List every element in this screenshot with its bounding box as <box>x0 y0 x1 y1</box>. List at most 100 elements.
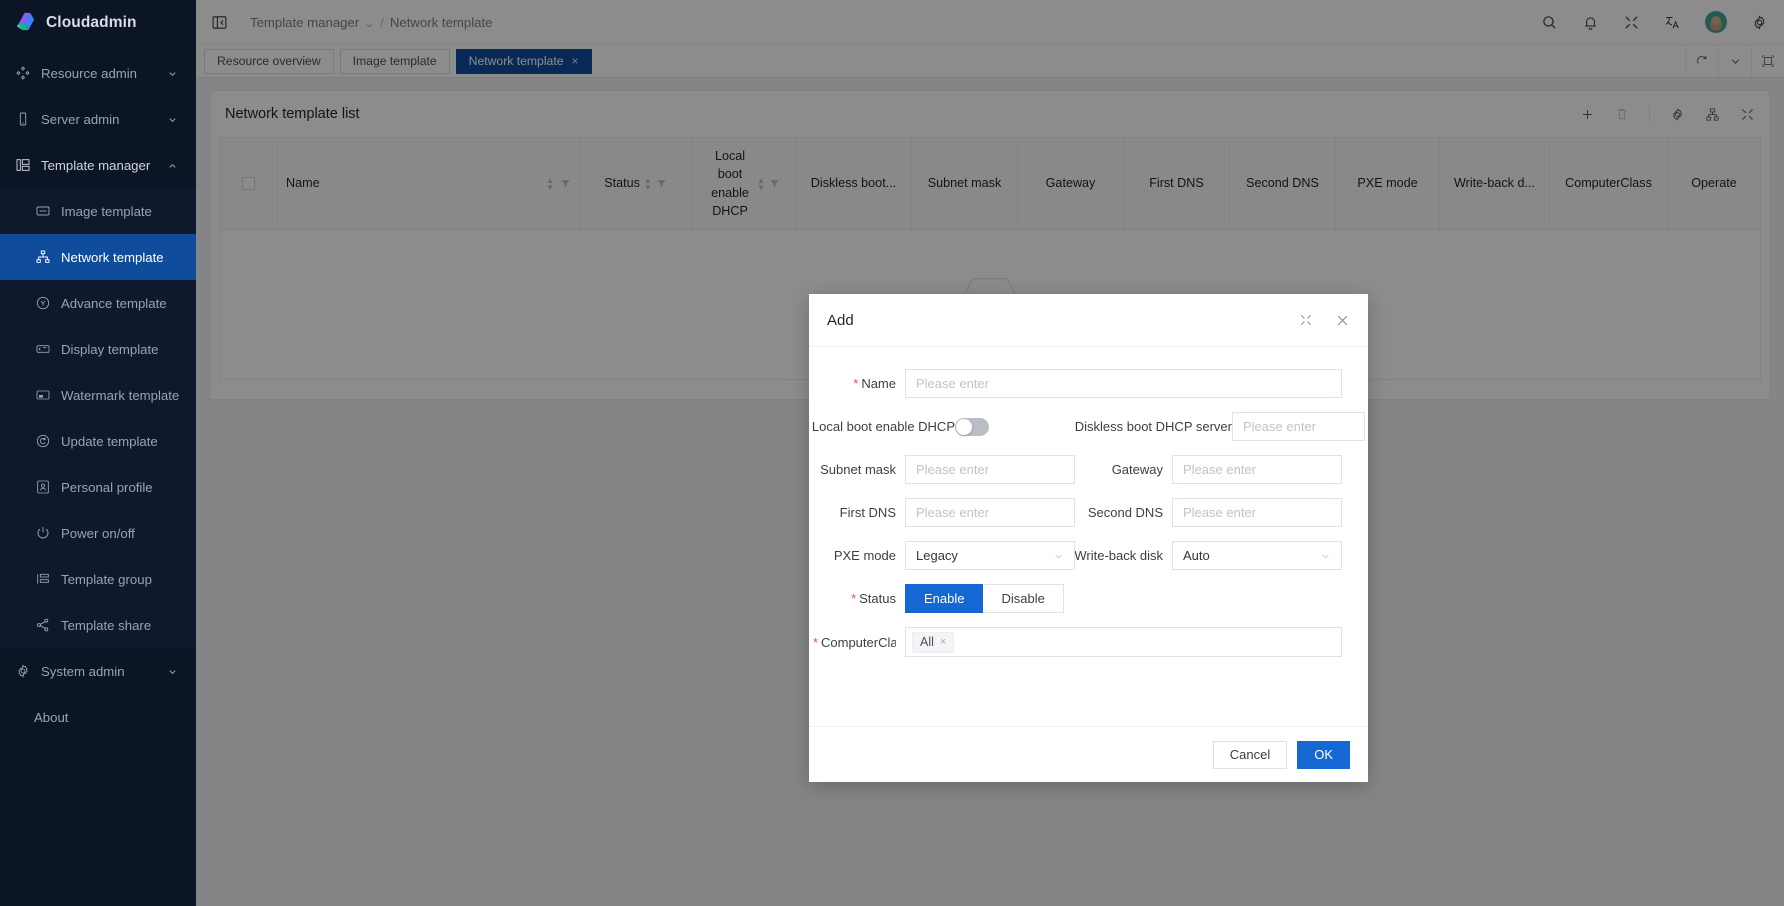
cancel-button[interactable]: Cancel <box>1212 740 1288 769</box>
diskless-boot-dhcp-placeholder: Please enter <box>1243 419 1316 434</box>
sidebar-item-label: Personal profile <box>61 479 153 495</box>
first-dns-label: First DNS <box>839 505 896 520</box>
expand-icon[interactable] <box>1299 313 1313 327</box>
share-icon <box>34 617 51 634</box>
display-template-icon <box>34 341 51 358</box>
sidebar-item-watermark-template[interactable]: Watermark template <box>0 372 196 418</box>
name-field[interactable]: Please enter <box>905 369 1342 398</box>
diskless-boot-dhcp-label: Diskless boot DHCP server <box>1074 419 1232 434</box>
template-group-icon <box>34 571 51 588</box>
form-row-subnet-gateway: Subnet mask Please enter Gateway Please … <box>809 455 1368 484</box>
sidebar-group-resource-admin[interactable]: Resource admin <box>0 50 196 96</box>
update-template-icon <box>34 433 51 450</box>
cloudadmin-logo-icon <box>14 11 37 34</box>
tag-label: All <box>920 635 934 649</box>
dialog-footer: Cancel OK <box>809 726 1368 782</box>
sidebar-item-label: Display template <box>61 341 159 357</box>
network-template-icon <box>34 249 51 266</box>
sidebar-item-advance-template[interactable]: Advance template <box>0 280 196 326</box>
form-row-dhcp: Local boot enable DHCP Diskless boot DHC… <box>809 412 1368 441</box>
gear-icon <box>14 663 31 680</box>
second-dns-placeholder: Please enter <box>1183 505 1256 520</box>
write-back-disk-label: Write-back disk <box>1075 548 1163 563</box>
subnet-mask-placeholder: Please enter <box>916 462 989 477</box>
name-label: Name <box>861 376 896 391</box>
template-icon <box>14 157 31 174</box>
computer-class-label: ComputerClass <box>821 634 896 650</box>
second-dns-label: Second DNS <box>1087 505 1163 520</box>
name-placeholder: Please enter <box>916 376 989 391</box>
sidebar-item-label: About <box>34 709 69 725</box>
advance-template-icon <box>34 295 51 312</box>
ok-button[interactable]: OK <box>1297 740 1350 769</box>
dialog-body: * Name Please enter Local boot enable DH… <box>809 347 1368 726</box>
sidebar-item-power-on-off[interactable]: Power on/off <box>0 510 196 556</box>
sidebar-item-label: Update template <box>61 433 158 449</box>
form-row-dns: First DNS Please enter Second DNS Please… <box>809 498 1368 527</box>
sidebar-item-template-share[interactable]: Template share <box>0 602 196 648</box>
sidebar-item-label: Power on/off <box>61 525 135 541</box>
required-marker: * <box>851 591 857 606</box>
brand-logo-row[interactable]: Cloudadmin <box>0 0 196 45</box>
computer-class-tag: All × <box>912 631 955 653</box>
sidebar-item-label: Template group <box>61 571 152 587</box>
sidebar-item-personal-profile[interactable]: Personal profile <box>0 464 196 510</box>
chevron-down-icon <box>167 666 178 677</box>
close-icon[interactable] <box>1335 313 1350 328</box>
sidebar-item-display-template[interactable]: Display template <box>0 326 196 372</box>
diskless-boot-dhcp-field[interactable]: Please enter <box>1232 412 1365 441</box>
subnet-mask-field[interactable]: Please enter <box>905 455 1075 484</box>
write-back-disk-select[interactable]: Auto <box>1172 541 1342 570</box>
dialog-header-actions <box>1299 313 1350 328</box>
gateway-field[interactable]: Please enter <box>1172 455 1342 484</box>
sidebar-group-system-admin[interactable]: System admin <box>0 648 196 694</box>
sidebar-group-label: System admin <box>41 663 125 679</box>
sidebar-item-about[interactable]: About <box>0 694 196 740</box>
image-template-icon <box>34 203 51 220</box>
second-dns-field[interactable]: Please enter <box>1172 498 1342 527</box>
required-marker: * <box>812 634 818 650</box>
sidebar-item-label: Image template <box>61 203 152 219</box>
status-segment-group: Enable Disable <box>905 584 1064 613</box>
pxe-mode-select[interactable]: Legacy <box>905 541 1075 570</box>
status-enable-button[interactable]: Enable <box>905 584 984 613</box>
gateway-label: Gateway <box>1111 462 1163 477</box>
local-boot-dhcp-switch[interactable] <box>955 417 989 436</box>
pxe-mode-label: PXE mode <box>833 548 896 563</box>
sidebar-submenu-template-manager: Image template Network template Advance … <box>0 188 196 648</box>
switch-knob <box>956 418 972 435</box>
chevron-up-icon <box>167 160 178 171</box>
tag-remove-icon[interactable]: × <box>940 636 946 648</box>
form-row-name: * Name Please enter <box>809 369 1368 398</box>
sidebar-item-label: Advance template <box>61 295 167 311</box>
sidebar-item-network-template[interactable]: Network template <box>0 234 196 280</box>
resource-icon <box>14 65 31 82</box>
sidebar-nav: Resource admin Server admin Template man… <box>0 45 196 740</box>
chevron-down-icon <box>167 68 178 79</box>
sidebar-item-label: Template share <box>61 617 152 633</box>
status-label: Status <box>859 591 896 606</box>
sidebar-item-template-group[interactable]: Template group <box>0 556 196 602</box>
sidebar-item-label: Watermark template <box>61 387 180 403</box>
power-icon <box>34 525 51 542</box>
gateway-placeholder: Please enter <box>1183 462 1256 477</box>
form-row-pxe-writeback: PXE mode Legacy Write-back disk Auto <box>809 541 1368 570</box>
main-area: Template manager / Network template Reso… <box>196 0 1784 906</box>
write-back-disk-value: Auto <box>1183 548 1210 563</box>
sidebar-item-update-template[interactable]: Update template <box>0 418 196 464</box>
sidebar-item-image-template[interactable]: Image template <box>0 188 196 234</box>
status-disable-button[interactable]: Disable <box>983 584 1064 613</box>
first-dns-field[interactable]: Please enter <box>905 498 1075 527</box>
dialog-header: Add <box>809 294 1368 347</box>
computer-class-field[interactable]: All × <box>905 627 1342 657</box>
sidebar-group-label: Template manager <box>41 157 151 173</box>
required-marker: * <box>853 376 859 391</box>
sidebar-group-label: Resource admin <box>41 65 138 81</box>
computer-class-label-wrap: * ComputerClass <box>809 635 905 650</box>
form-row-status: * Status Enable Disable <box>809 584 1368 613</box>
watermark-template-icon <box>34 387 51 404</box>
sidebar-group-template-manager[interactable]: Template manager <box>0 142 196 188</box>
chevron-down-icon <box>1053 550 1064 561</box>
local-boot-dhcp-label: Local boot enable DHCP <box>811 419 955 434</box>
sidebar-group-server-admin[interactable]: Server admin <box>0 96 196 142</box>
